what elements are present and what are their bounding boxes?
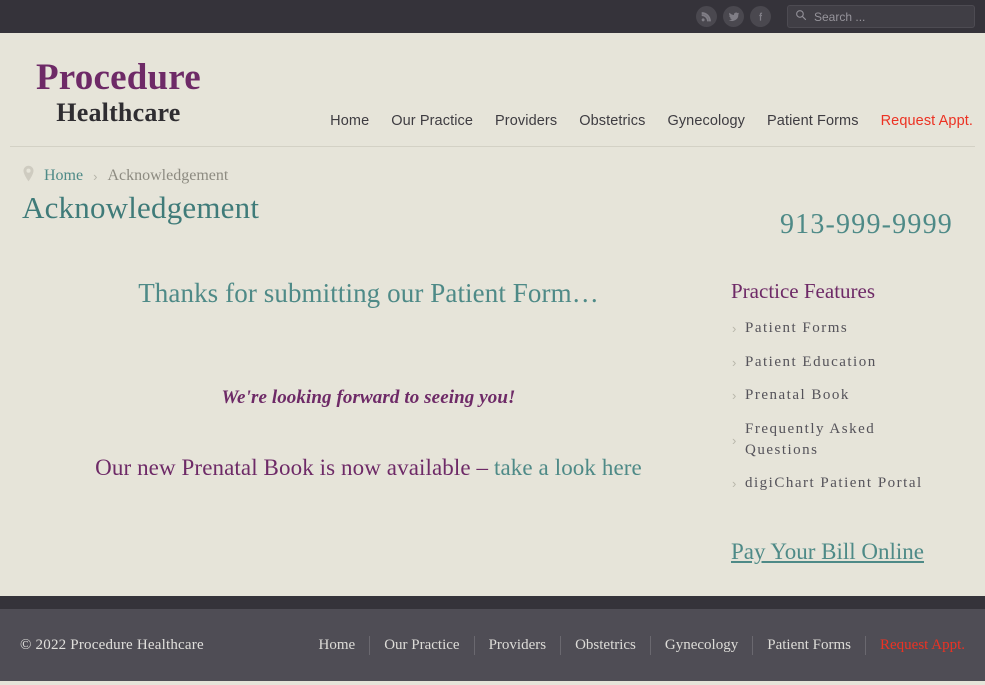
- footer-nav-item-providers[interactable]: Providers: [475, 637, 561, 654]
- nav-item-patient-forms[interactable]: Patient Forms: [767, 113, 859, 129]
- main-content: Acknowledgement Thanks for submitting ou…: [0, 189, 715, 481]
- nav-item-providers[interactable]: Providers: [495, 113, 557, 129]
- nav-item-obstetrics[interactable]: Obstetrics: [579, 113, 645, 129]
- twitter-icon[interactable]: [723, 6, 744, 27]
- site-header: Procedure Healthcare Home Our Practice P…: [0, 33, 985, 147]
- list-item[interactable]: › Frequently Asked Questions: [723, 419, 985, 460]
- tagline-message: We're looking forward to seeing you!: [221, 387, 516, 409]
- promo-link[interactable]: take a look here: [494, 455, 642, 480]
- sidebar: 913-999-9999 Practice Features › Patient…: [715, 189, 985, 565]
- rss-icon[interactable]: [696, 6, 717, 27]
- sidebar-item-prenatal-book[interactable]: Prenatal Book: [745, 385, 850, 406]
- page-title: Acknowledgement: [22, 190, 260, 225]
- footer-nav-item-home[interactable]: Home: [305, 637, 370, 654]
- list-item[interactable]: › digiChart Patient Portal: [723, 473, 985, 494]
- footer-nav-item-request-appt[interactable]: Request Appt.: [866, 637, 971, 654]
- footer-nav-item-our-practice[interactable]: Our Practice: [370, 637, 473, 654]
- list-item[interactable]: › Patient Forms: [723, 318, 985, 339]
- breadcrumb-separator-icon: ›: [93, 168, 98, 184]
- chevron-right-icon: ›: [732, 354, 737, 370]
- breadcrumb: Home › Acknowledgement: [0, 147, 985, 189]
- sidebar-item-faq[interactable]: Frequently Asked Questions: [745, 419, 945, 460]
- chevron-right-icon: ›: [732, 476, 737, 492]
- chevron-right-icon: ›: [732, 433, 737, 449]
- footer-nav-item-obstetrics[interactable]: Obstetrics: [561, 637, 650, 654]
- phone-number[interactable]: 913-999-9999: [723, 209, 985, 241]
- sidebar-item-digichart-patient-portal[interactable]: digiChart Patient Portal: [745, 473, 923, 494]
- map-pin-icon: [22, 165, 35, 187]
- promo-line: Our new Prenatal Book is now available –…: [22, 455, 715, 481]
- footer-nav-item-patient-forms[interactable]: Patient Forms: [753, 637, 865, 654]
- chevron-right-icon: ›: [732, 388, 737, 404]
- breadcrumb-home-link[interactable]: Home: [44, 167, 83, 185]
- search-box[interactable]: [787, 5, 975, 28]
- footer-navigation: Home Our Practice Providers Obstetrics G…: [305, 635, 971, 655]
- pay-bill-online-link[interactable]: Pay Your Bill Online: [731, 539, 924, 565]
- facebook-icon[interactable]: [750, 6, 771, 27]
- practice-features-title: Practice Features: [731, 279, 876, 303]
- social-links: [696, 6, 771, 27]
- sidebar-item-patient-education[interactable]: Patient Education: [745, 352, 877, 373]
- sidebar-item-patient-forms[interactable]: Patient Forms: [745, 318, 848, 339]
- nav-item-gynecology[interactable]: Gynecology: [667, 113, 745, 129]
- footer-top-strip: [0, 596, 985, 610]
- search-input[interactable]: [814, 9, 969, 24]
- logo-line-primary: Procedure: [36, 57, 201, 98]
- nav-item-request-appt[interactable]: Request Appt.: [881, 113, 973, 129]
- page-body: Acknowledgement Thanks for submitting ou…: [0, 189, 985, 565]
- list-item[interactable]: › Prenatal Book: [723, 385, 985, 406]
- nav-item-home[interactable]: Home: [330, 113, 369, 129]
- chevron-right-icon: ›: [732, 321, 737, 336]
- search-icon: [795, 8, 807, 26]
- top-utility-bar: [0, 0, 985, 33]
- nav-item-our-practice[interactable]: Our Practice: [391, 113, 473, 129]
- list-item[interactable]: › Patient Education: [723, 352, 985, 373]
- copyright-text: © 2022 Procedure Healthcare: [20, 636, 204, 653]
- primary-navigation: Home Our Practice Providers Obstetrics G…: [330, 113, 973, 129]
- site-footer: © 2022 Procedure Healthcare Home Our Pra…: [0, 609, 985, 682]
- practice-features-list: › Patient Forms › Patient Education › Pr…: [723, 318, 985, 494]
- promo-text: Our new Prenatal Book is now available –: [95, 455, 494, 481]
- footer-nav-item-gynecology[interactable]: Gynecology: [651, 637, 752, 654]
- header-divider: [10, 146, 975, 147]
- site-logo[interactable]: Procedure Healthcare: [36, 59, 201, 126]
- breadcrumb-current: Acknowledgement: [107, 167, 229, 184]
- logo-line-secondary: Healthcare: [56, 98, 181, 127]
- lead-message: Thanks for submitting our Patient Form…: [138, 278, 599, 309]
